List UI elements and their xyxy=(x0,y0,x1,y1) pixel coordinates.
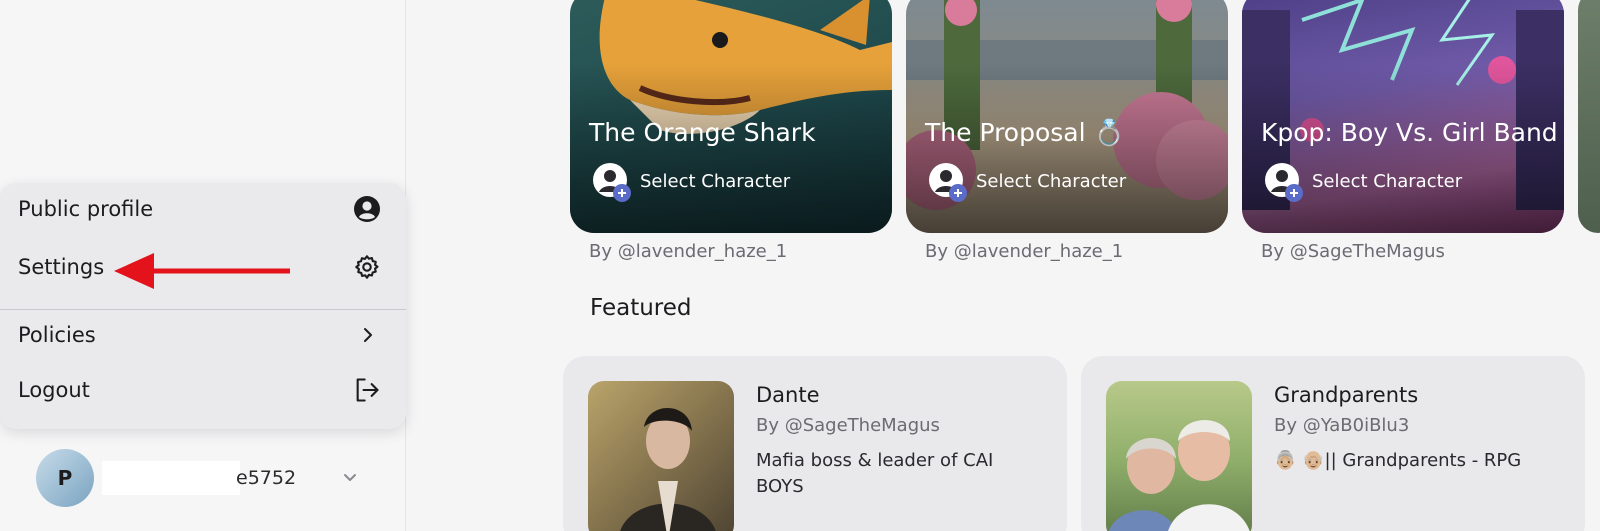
card-title: The Orange Shark xyxy=(589,118,816,147)
menu-item-public-profile[interactable]: Public profile xyxy=(0,183,406,235)
featured-author[interactable]: By @YaB0iBlu3 xyxy=(1274,415,1409,436)
featured-author[interactable]: By @SageTheMagus xyxy=(756,415,940,436)
user-circle-icon xyxy=(352,194,382,224)
menu-item-label: Logout xyxy=(18,378,90,402)
featured-thumbnail xyxy=(588,381,734,531)
featured-description: Mafia boss & leader of CAI BOYS xyxy=(756,450,994,497)
menu-item-logout[interactable]: Logout xyxy=(0,364,406,416)
add-user-icon xyxy=(1264,162,1303,202)
account-switcher[interactable]: P e5752 xyxy=(36,449,376,507)
annotation-arrow xyxy=(114,253,290,289)
featured-name: Dante xyxy=(756,383,820,407)
character-card[interactable]: The Orange Shark Select Character xyxy=(570,0,892,233)
featured-description: 👵🏼 👴🏼|| Grandparents - RPG xyxy=(1274,450,1522,471)
featured-heading: Featured xyxy=(590,295,692,321)
card-image xyxy=(1578,0,1600,233)
menu-item-label: Settings xyxy=(18,255,105,279)
menu-item-policies[interactable]: Policies xyxy=(0,309,406,361)
select-character-label: Select Character xyxy=(976,170,1127,192)
account-menu: Public profile Settings Policies Logout xyxy=(0,183,406,429)
select-character-label: Select Character xyxy=(640,170,791,192)
add-user-icon xyxy=(592,162,631,202)
chevron-down-icon xyxy=(340,467,360,491)
character-card[interactable]: Kpop: Boy Vs. Girl Band Select Character xyxy=(1242,0,1564,233)
card-author[interactable]: By @SageTheMagus xyxy=(1261,241,1445,262)
card-title: Kpop: Boy Vs. Girl Band xyxy=(1261,118,1558,147)
add-user-icon xyxy=(928,162,967,202)
menu-item-label: Public profile xyxy=(18,197,154,221)
card-author[interactable]: By @lavender_haze_1 xyxy=(925,241,1123,262)
character-card[interactable]: The Proposal 💍 Select Character xyxy=(906,0,1228,233)
featured-name: Grandparents xyxy=(1274,383,1419,407)
logout-icon xyxy=(352,375,382,405)
avatar: P xyxy=(36,449,94,507)
featured-card[interactable]: Grandparents By @YaB0iBlu3 👵🏼 👴🏼|| Grand… xyxy=(1081,356,1585,531)
featured-thumbnail xyxy=(1106,381,1252,531)
menu-item-label: Policies xyxy=(18,323,96,347)
select-character-button[interactable]: Select Character xyxy=(592,162,791,202)
character-card-partial[interactable] xyxy=(1578,0,1600,233)
chevron-right-icon xyxy=(352,320,382,350)
card-title: The Proposal 💍 xyxy=(925,118,1125,147)
select-character-label: Select Character xyxy=(1312,170,1463,192)
username-redaction xyxy=(102,461,240,495)
username: e5752 xyxy=(236,467,297,489)
select-character-button[interactable]: Select Character xyxy=(928,162,1127,202)
gear-icon xyxy=(352,252,382,282)
select-character-button[interactable]: Select Character xyxy=(1264,162,1463,202)
card-author[interactable]: By @lavender_haze_1 xyxy=(589,241,787,262)
featured-card[interactable]: Dante By @SageTheMagus Mafia boss & lead… xyxy=(563,356,1067,531)
